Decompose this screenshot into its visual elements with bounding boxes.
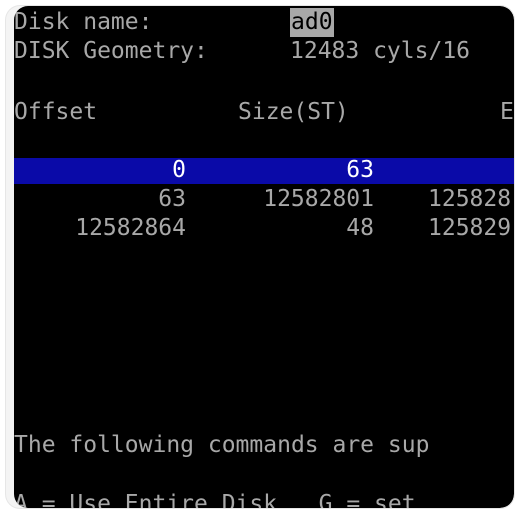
commands-intro-text: The following commands are sup [14,432,430,458]
row-end: 125829 [428,215,512,241]
column-size-header: Size(ST) [238,99,349,125]
disk-geometry-line: DISK Geometry: 12483 cyls/16 [14,37,470,66]
row-size: 63 [346,157,374,183]
table-row[interactable]: 0 63 [14,156,374,185]
column-end-header: E [500,99,514,125]
disk-name-label: Disk name: [14,9,153,35]
disk-name-value[interactable]: ad0 [290,8,334,37]
row-size: 48 [346,215,374,241]
row-offset: 63 [158,186,186,212]
window-frame: Disk name: ad0 DISK Geometry: 12483 cyls… [6,6,514,508]
terminal-screen: Disk name: ad0 DISK Geometry: 12483 cyls… [14,6,514,508]
commands-intro-line: The following commands are sup [14,431,429,460]
disk-name-line: Disk name: ad0 [14,8,334,37]
row-size: 12582801 [263,186,374,212]
command-hint-text: A = Use Entire Disk G = set [14,491,416,508]
table-row[interactable]: 12582864 48 125829 [14,214,511,243]
row-offset: 12582864 [75,215,186,241]
command-hint-line: A = Use Entire Disk G = set [14,490,416,508]
table-row[interactable]: 63 12582801 125828 [14,185,511,214]
disk-geometry-label: DISK Geometry: [14,38,208,64]
row-end: 125828 [428,186,512,212]
row-offset: 0 [172,157,186,183]
disk-geometry-value: 12483 cyls/16 [290,38,471,64]
column-offset-header: Offset [14,99,98,125]
column-header-row: Offset Size(ST) E [14,98,514,127]
